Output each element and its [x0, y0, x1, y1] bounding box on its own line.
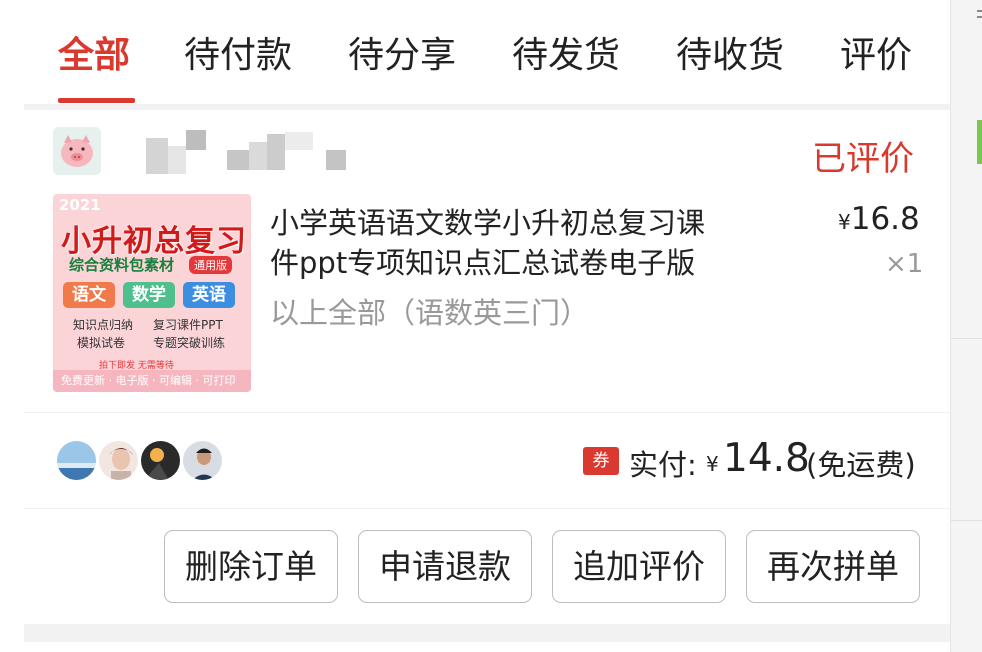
side-panel-edge	[950, 0, 982, 652]
thumbnail-chip-english: 英语	[183, 282, 235, 308]
group-member-avatar[interactable]	[181, 439, 224, 482]
thumbnail-subtitle: 综合资料包素材	[69, 256, 175, 274]
thumbnail-chip-chinese: 语文	[63, 282, 115, 308]
group-member-avatar[interactable]	[55, 439, 98, 482]
order-list-screen: 全部 待付款 待分享 待发货 待收货 评价 已评价 2021 小升初总复习 综合…	[0, 0, 982, 652]
group-member-avatar[interactable]	[139, 439, 182, 482]
price-currency: ¥	[838, 210, 851, 234]
product-quantity: ×1	[885, 249, 924, 279]
divider	[24, 412, 950, 413]
shipping-note: (免运费)	[806, 448, 916, 482]
paid-currency: ¥	[706, 452, 719, 476]
pig-avatar-icon[interactable]	[53, 127, 101, 175]
thumbnail-line: 知识点归纳	[73, 318, 134, 332]
add-review-button[interactable]: 追加评价	[552, 530, 726, 603]
thumbnail-line: 专题突破训练	[153, 336, 226, 350]
tab-all[interactable]: 全部	[58, 26, 130, 78]
thumbnail-chip-math: 数学	[123, 282, 175, 308]
order-status-tabs: 全部 待付款 待分享 待发货 待收货 评价	[24, 0, 950, 104]
tab-pending-receipt[interactable]: 待收货	[676, 26, 784, 78]
paid-label: 实付:	[629, 448, 697, 482]
product-thumbnail[interactable]: 2021 小升初总复习 综合资料包素材 通用版 语文 数学 英语 知识点归纳 复…	[53, 194, 251, 392]
product-title-line-2[interactable]: 件ppt专项知识点汇总试卷电子版	[270, 240, 695, 282]
thumbnail-bottom-strip: 免费更新 · 电子版 · 可编辑 · 可打印	[53, 370, 251, 392]
delete-order-button[interactable]: 删除订单	[164, 530, 338, 603]
paid-amount: 14.8	[723, 436, 810, 481]
divider	[24, 508, 950, 509]
thumbnail-year: 2021	[59, 196, 101, 214]
tab-pending-share[interactable]: 待分享	[348, 26, 456, 78]
order-status-label: 已评价	[812, 139, 914, 179]
product-spec: 以上全部（语数英三门）	[270, 296, 590, 330]
tab-review[interactable]: 评价	[840, 26, 912, 78]
request-refund-button[interactable]: 申请退款	[358, 530, 532, 603]
tab-pending-payment[interactable]: 待付款	[184, 26, 292, 78]
regroup-button[interactable]: 再次拼单	[746, 530, 920, 603]
price-value: 16.8	[850, 201, 920, 237]
coupon-icon: 券	[583, 447, 619, 475]
thumbnail-line: 模拟试卷	[77, 336, 126, 350]
tab-pending-shipment[interactable]: 待发货	[512, 26, 620, 78]
product-title-line-1[interactable]: 小学英语语文数学小升初总复习课	[270, 200, 705, 242]
active-tab-indicator	[58, 98, 135, 103]
thumbnail-line: 复习课件PPT	[153, 318, 223, 332]
section-separator	[24, 104, 950, 110]
side-highlight	[977, 120, 982, 164]
thumbnail-tag: 通用版	[189, 256, 232, 274]
group-member-avatar[interactable]	[97, 439, 140, 482]
section-separator	[24, 624, 950, 642]
product-price: ¥16.8	[838, 201, 920, 237]
